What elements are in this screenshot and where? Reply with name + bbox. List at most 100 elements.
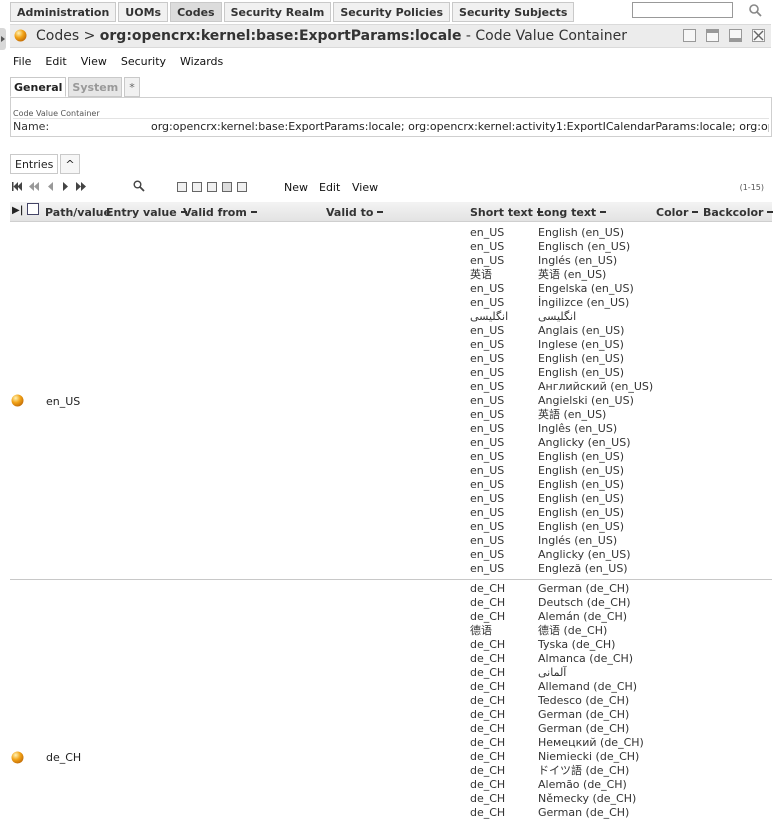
long-text: Anglicky (en_US) <box>538 548 631 561</box>
grid-tabs: Entries ^ <box>10 154 82 174</box>
long-text: Anglais (en_US) <box>538 324 625 337</box>
tab-security-policies[interactable]: Security Policies <box>333 2 451 22</box>
tab-security-realm[interactable]: Security Realm <box>223 2 332 22</box>
close-icon[interactable] <box>752 29 765 42</box>
col-valid-from[interactable]: Valid from <box>183 206 257 219</box>
long-text: Tedesco (de_CH) <box>538 694 630 707</box>
short-text: de_CH <box>470 778 506 791</box>
module-tab-bar: Administration UOMs Codes Security Realm… <box>0 0 774 24</box>
long-text: Almanca (de_CH) <box>538 652 634 665</box>
menu-bar: File Edit View Security Wizards <box>13 55 237 68</box>
attribute-tabs: General System * <box>10 77 142 97</box>
col-long-text[interactable]: Long text <box>537 206 607 219</box>
long-text: Inglés (en_US) <box>538 534 618 547</box>
short-text: de_CH <box>470 680 506 693</box>
long-text: Německy (de_CH) <box>538 792 637 805</box>
panel-divider <box>13 118 769 119</box>
breadcrumb-codes[interactable]: Codes <box>36 28 79 44</box>
columns-icon[interactable] <box>192 182 202 192</box>
tab-uoms[interactable]: UOMs <box>118 2 169 22</box>
short-text: en_US <box>470 450 505 463</box>
toggle-columns-icon[interactable]: ▶| <box>12 205 23 216</box>
col-entry-value[interactable]: Entry value <box>106 206 187 219</box>
result-range: (1-15) <box>739 183 764 192</box>
page-title: Codes > org:opencrx:kernel:base:ExportPa… <box>36 28 627 44</box>
short-text: de_CH <box>470 806 506 819</box>
table-row[interactable]: de_CH de_CH German (de_CH) de_CH Deutsch (… <box>10 582 772 822</box>
export-icon[interactable] <box>207 182 217 192</box>
short-text: en_US <box>470 422 505 435</box>
col-backcolor[interactable]: Backcolor <box>703 206 774 219</box>
edit-button[interactable]: Edit <box>319 181 340 194</box>
row-path-value: de_CH <box>46 751 82 764</box>
menu-wizards[interactable]: Wizards <box>180 55 223 68</box>
col-valid-to[interactable]: Valid to <box>326 206 384 219</box>
col-path-value[interactable]: Path/value <box>45 206 111 219</box>
long-text: English (en_US) <box>538 226 625 239</box>
object-type: - Code Value Container <box>465 28 627 44</box>
long-text: انگلیسی <box>538 310 577 323</box>
grid-header: ▶| Path/value Entry value Valid from Val… <box>10 202 774 222</box>
long-text: German (de_CH) <box>538 708 630 721</box>
menu-security[interactable]: Security <box>121 55 166 68</box>
tab-administration[interactable]: Administration <box>10 2 117 22</box>
short-text: en_US <box>470 478 505 491</box>
print-icon[interactable] <box>729 29 742 42</box>
view-button[interactable]: View <box>352 181 378 194</box>
tab-security-subjects[interactable]: Security Subjects <box>452 2 575 22</box>
menu-edit[interactable]: Edit <box>45 55 66 68</box>
select-all-icon[interactable] <box>222 182 232 192</box>
short-text: en_US <box>470 436 505 449</box>
short-text: en_US <box>470 366 505 379</box>
next-block-icon[interactable] <box>76 182 86 191</box>
menu-file[interactable]: File <box>13 55 31 68</box>
long-text: ドイツ語 (de_CH) <box>538 764 630 777</box>
row-bullet-icon[interactable] <box>11 394 24 407</box>
tab-system[interactable]: System <box>68 77 123 97</box>
sidebar-expand-handle[interactable] <box>0 28 6 50</box>
next-page-icon[interactable] <box>61 182 71 191</box>
select-all-checkbox[interactable] <box>27 203 39 215</box>
clear-filter-icon[interactable] <box>177 182 187 192</box>
first-page-icon[interactable] <box>12 182 22 191</box>
short-text: en_US <box>470 562 505 575</box>
tab-general[interactable]: General <box>10 77 67 97</box>
previous-page-icon[interactable] <box>46 182 56 191</box>
tab-codes[interactable]: Codes <box>170 2 222 22</box>
new-button[interactable]: New <box>284 181 308 194</box>
long-text: Inglês (en_US) <box>538 422 618 435</box>
menu-view[interactable]: View <box>81 55 107 68</box>
short-text: en_US <box>470 464 505 477</box>
long-text: Anglicky (en_US) <box>538 436 631 449</box>
col-color[interactable]: Color <box>656 206 699 219</box>
table-row[interactable]: en_US en_US English (en_US) en_US Englisch… <box>10 226 772 580</box>
short-text: 英语 <box>470 268 492 281</box>
layout-icon[interactable] <box>706 29 719 42</box>
short-text: en_US <box>470 394 505 407</box>
maximize-icon[interactable] <box>683 29 696 42</box>
long-text: English (en_US) <box>538 366 625 379</box>
long-text: English (en_US) <box>538 492 625 505</box>
collapse-grid-button[interactable]: ^ <box>60 154 80 174</box>
long-text: Inglés (en_US) <box>538 254 618 267</box>
short-text: en_US <box>470 506 505 519</box>
long-text: İngilizce (en_US) <box>538 296 630 309</box>
list-view-icon[interactable] <box>237 182 247 192</box>
long-text: Angielski (en_US) <box>538 394 634 407</box>
col-short-text[interactable]: Short text <box>470 206 543 219</box>
short-text: en_US <box>470 548 505 561</box>
short-text: en_US <box>470 296 505 309</box>
module-tabs: Administration UOMs Codes Security Realm… <box>10 2 576 22</box>
previous-block-icon[interactable] <box>29 182 39 191</box>
tab-entries[interactable]: Entries <box>10 154 59 174</box>
filter-search-icon[interactable] <box>133 180 145 192</box>
search-icon[interactable] <box>748 3 762 17</box>
row-bullet-icon[interactable] <box>11 751 24 764</box>
short-text: de_CH <box>470 638 506 651</box>
short-text: en_US <box>470 240 505 253</box>
search-input[interactable] <box>632 2 733 18</box>
long-text: English (en_US) <box>538 506 625 519</box>
name-label: Name: <box>13 120 50 133</box>
tab-all[interactable]: * <box>124 77 140 97</box>
long-text: German (de_CH) <box>538 806 630 819</box>
